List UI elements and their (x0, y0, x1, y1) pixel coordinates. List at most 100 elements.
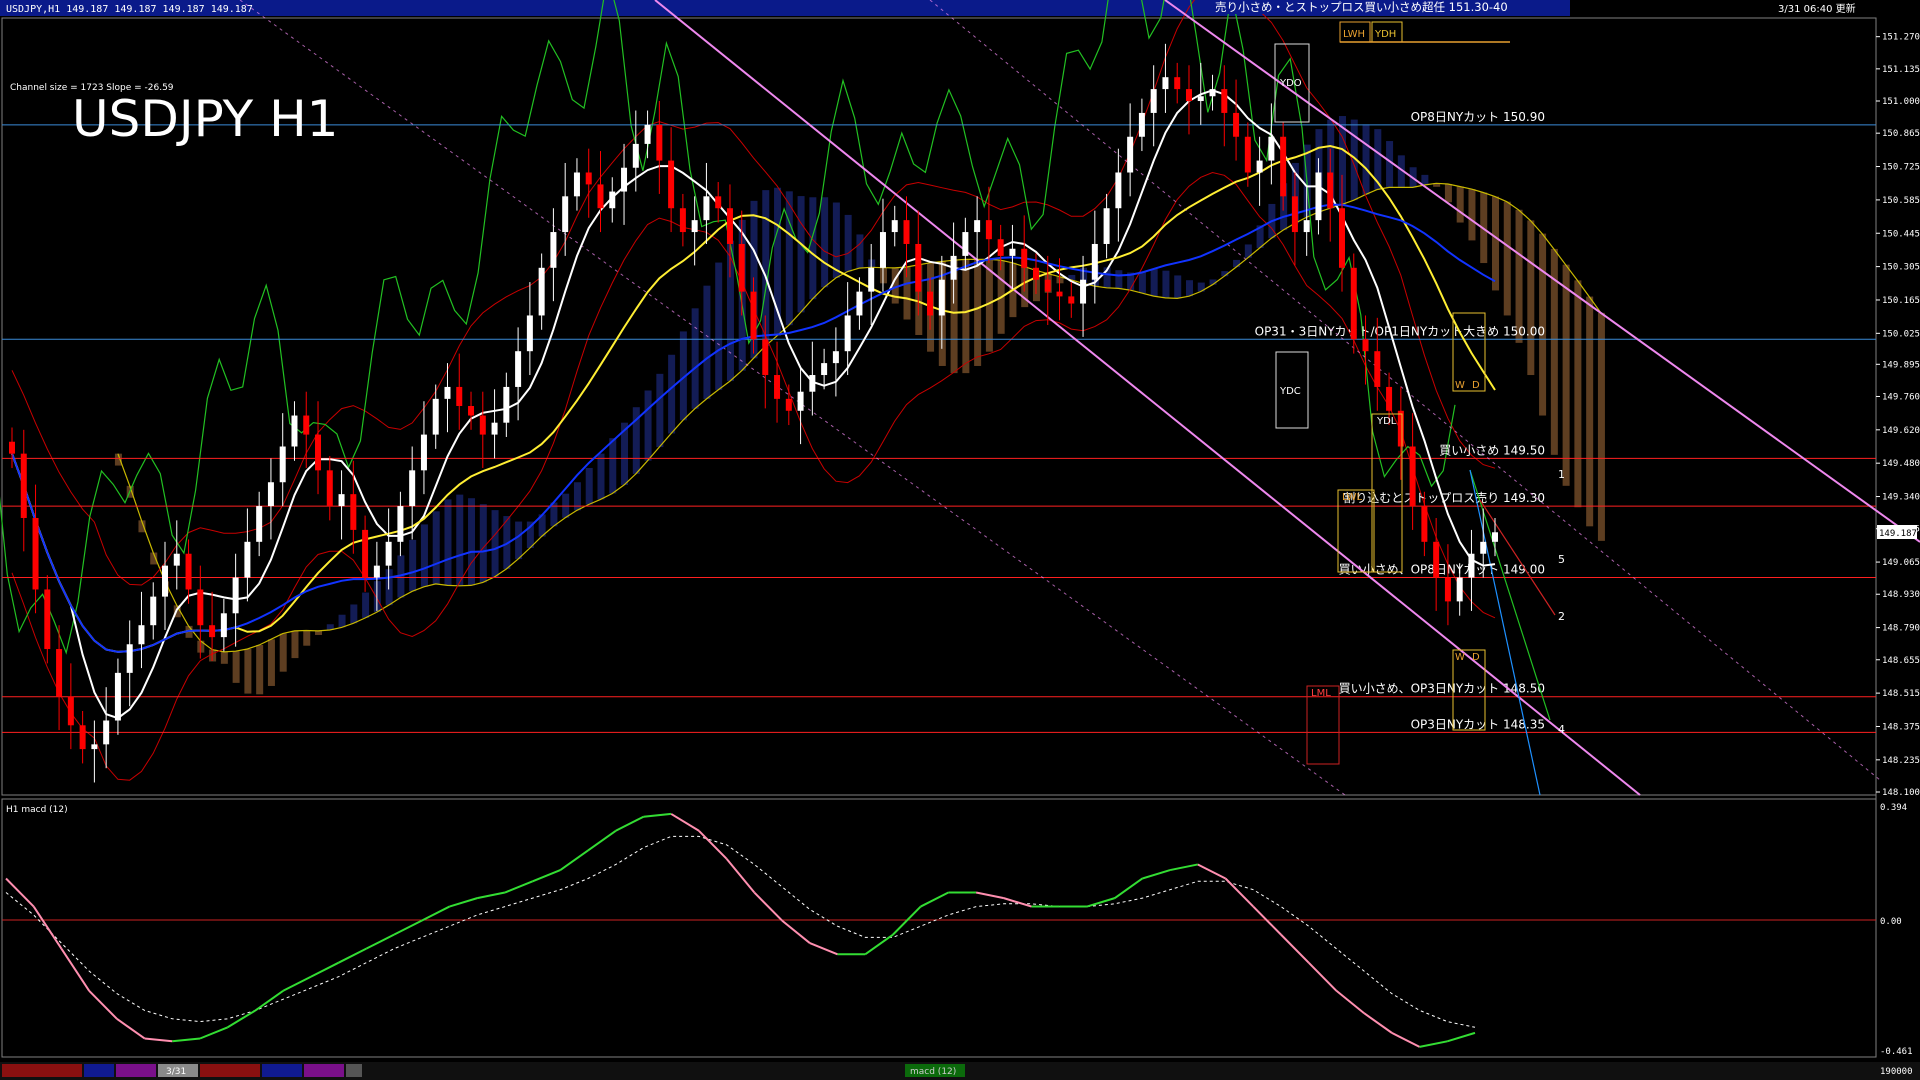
candle-body (114, 672, 121, 721)
candle-body (1303, 220, 1310, 233)
candle-body (1080, 279, 1087, 304)
candle-body (1091, 243, 1098, 280)
tab-red-1[interactable] (2, 1064, 82, 1077)
lwh-tag: LWH (1343, 29, 1365, 40)
candle-body (409, 470, 416, 507)
cloud-segment (1174, 275, 1182, 299)
candle-body (479, 415, 486, 435)
candle-body (1162, 77, 1169, 90)
cloud-segment (1362, 124, 1370, 195)
macd-tick-zero: 0.00 (1880, 917, 1902, 927)
candle-body (456, 386, 463, 406)
candle-body (891, 220, 898, 233)
candle-body (985, 220, 992, 240)
candle-body (1291, 196, 1298, 233)
candle-body (550, 232, 557, 268)
candle-body (679, 208, 686, 233)
candle-body (750, 291, 757, 340)
chart-window: USDJPY,H1 149.187 149.187 149.187 149.18… (0, 0, 1920, 1080)
candle-body (950, 255, 957, 280)
candle-body (1492, 532, 1498, 542)
tab-blue[interactable] (84, 1064, 114, 1077)
candle-body (1268, 136, 1275, 161)
tab-blue-2[interactable] (262, 1064, 302, 1077)
top-label: 売り小さめ・とストップロス買い小さめ超任 151.30-40 (1215, 0, 1508, 14)
candle-body (1280, 136, 1287, 197)
cloud-segment (479, 504, 487, 583)
tab-purple-2[interactable] (304, 1064, 344, 1077)
candle-body (1244, 136, 1251, 173)
cloud-segment (1574, 280, 1582, 508)
candle-body (1009, 248, 1016, 256)
candle-body (468, 406, 475, 416)
price-level-label: 買い小さめ 149.50 (1439, 443, 1545, 457)
candle-body (232, 577, 239, 614)
candle-body (1032, 267, 1039, 280)
candle-body (644, 124, 651, 144)
candle-body (538, 267, 545, 316)
candle-body (974, 220, 981, 233)
cloud-segment (832, 202, 840, 278)
price-tick-label: 151.135 (1882, 65, 1920, 75)
candle-body (597, 184, 604, 209)
macd-label: H1 macd (12) (6, 805, 68, 815)
candle-body (291, 415, 298, 447)
candle-body (279, 446, 286, 483)
candle-body (1362, 339, 1369, 352)
cloud-segment (597, 453, 605, 500)
candle-body (962, 232, 969, 256)
candle-body (56, 649, 63, 697)
cloud-segment (315, 630, 323, 635)
cloud-segment (491, 510, 499, 577)
candle-body (373, 565, 380, 578)
lwl-tag: LWL (1342, 492, 1363, 503)
cloud-segment (1562, 264, 1570, 486)
candle-body (1150, 89, 1157, 113)
candle-body (350, 494, 357, 530)
cloud-segment (668, 354, 676, 434)
cloud-segment (232, 651, 240, 683)
lml-tag: LML (1311, 688, 1331, 699)
cloud-segment (362, 592, 370, 618)
candle-body (515, 351, 522, 387)
tab-purple[interactable] (116, 1064, 156, 1077)
price-tick-label: 148.100 (1882, 788, 1920, 798)
candle-body (879, 232, 886, 268)
update-timestamp: 3/31 06:40 更新 (1778, 2, 1856, 15)
price-level-label: OP31・3日NYカット/OP1日NYカット大きめ 150.00 (1255, 324, 1545, 338)
candle-body (656, 124, 663, 161)
bottom-right-value: 190000 (1880, 1067, 1913, 1077)
candle-body (1103, 208, 1110, 244)
candle-body (338, 494, 345, 507)
cloud-segment (1444, 183, 1452, 203)
candle-body (927, 291, 934, 316)
w-tag-lower: W (1455, 652, 1465, 663)
candle-body (1068, 296, 1075, 304)
candle-body (1044, 279, 1051, 292)
candle-body (1221, 89, 1228, 113)
candle-body (444, 386, 451, 399)
candle-body (126, 644, 133, 673)
tab-red-2[interactable] (200, 1064, 260, 1077)
candle-body (67, 696, 74, 726)
candle-body (632, 143, 639, 168)
cloud-segment (220, 651, 228, 664)
candle-body (868, 267, 875, 292)
candle-body (1174, 77, 1181, 90)
tab-grey[interactable] (346, 1064, 362, 1077)
price-tick-label: 148.930 (1882, 590, 1920, 600)
candle-body (362, 529, 369, 578)
ydl-tag: YDL (1376, 416, 1397, 427)
candle-body (1209, 89, 1216, 97)
candle-body (821, 363, 828, 376)
cloud-segment (1527, 220, 1535, 376)
candle-body (1386, 386, 1393, 411)
candle-body (1433, 541, 1440, 578)
price-tick-label: 149.340 (1882, 493, 1920, 503)
price-tick-label: 151.000 (1882, 97, 1920, 107)
price-tick-label: 150.585 (1882, 196, 1920, 206)
cloud-segment (644, 390, 652, 461)
candle-body (526, 315, 533, 352)
candle-body (1338, 208, 1345, 268)
candle-body (562, 196, 569, 233)
